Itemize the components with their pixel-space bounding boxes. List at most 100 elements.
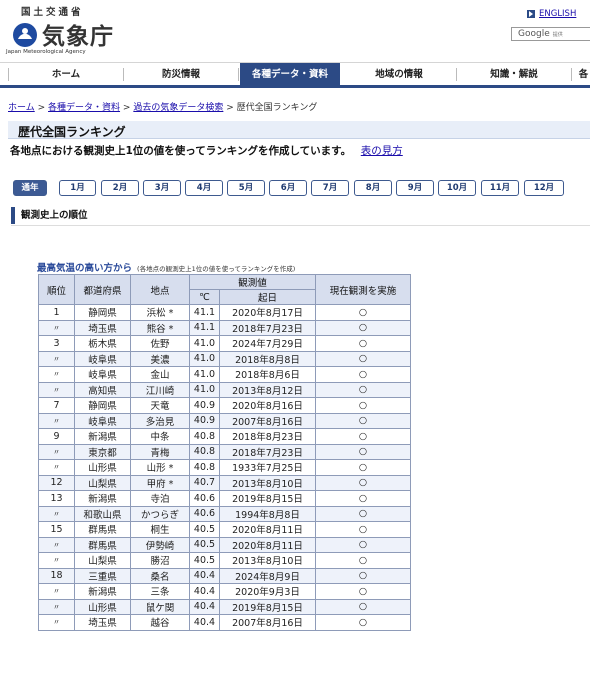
tab-july[interactable]: 7月 xyxy=(311,180,349,196)
logo-subtitle: Japan Meteorological Agency xyxy=(6,49,86,55)
rank-cell: 〃 xyxy=(38,505,75,522)
current-observation-cell: ○ xyxy=(315,474,411,491)
current-observation-cell: ○ xyxy=(315,552,411,569)
date-cell: 2018年8月6日 xyxy=(219,366,316,383)
tab-october[interactable]: 10月 xyxy=(438,180,476,196)
tab-march[interactable]: 3月 xyxy=(143,180,181,196)
tab-september[interactable]: 9月 xyxy=(396,180,434,196)
section-divider xyxy=(11,225,590,226)
nav-item-disaster[interactable]: 防災情報 xyxy=(124,63,238,86)
site-cell: 金山 xyxy=(130,366,190,383)
prefecture-cell: 新潟県 xyxy=(74,428,131,445)
site-cell: 中条 xyxy=(130,428,190,445)
prefecture-cell: 岐阜県 xyxy=(74,412,131,429)
prefecture-cell: 山形県 xyxy=(74,459,131,476)
date-cell: 2020年8月16日 xyxy=(219,397,316,414)
temperature-cell: 40.4 xyxy=(189,614,220,631)
site-cell: 鼠ケ関 xyxy=(130,598,190,615)
nav-divider xyxy=(238,68,239,81)
temperature-cell: 41.0 xyxy=(189,335,220,352)
date-cell: 2024年7月29日 xyxy=(219,335,316,352)
tab-june[interactable]: 6月 xyxy=(269,180,307,196)
help-link[interactable]: 表の見方 xyxy=(361,145,403,157)
tab-december[interactable]: 12月 xyxy=(524,180,564,196)
temperature-cell: 41.0 xyxy=(189,381,220,398)
breadcrumb-data[interactable]: 各種データ・資料 xyxy=(48,103,120,113)
site-cell: 美濃 xyxy=(130,350,190,367)
date-cell: 2024年8月9日 xyxy=(219,567,316,584)
prefecture-cell: 山形県 xyxy=(74,598,131,615)
date-cell: 2019年8月15日 xyxy=(219,598,316,615)
header-unit: ℃ xyxy=(189,289,220,305)
breadcrumb-separator: > xyxy=(122,103,131,113)
date-cell: 2018年8月8日 xyxy=(219,350,316,367)
tab-november[interactable]: 11月 xyxy=(481,180,519,196)
prefecture-cell: 群馬県 xyxy=(74,536,131,553)
rank-cell: 〃 xyxy=(38,552,75,569)
tab-august[interactable]: 8月 xyxy=(354,180,392,196)
table-row: 9 新潟県 中条 40.8 2018年8月23日 ○ xyxy=(38,428,411,445)
nav-divider xyxy=(571,68,572,81)
rank-cell: 〃 xyxy=(38,598,75,615)
table-row: 12 山梨県 甲府 * 40.7 2013年8月10日 ○ xyxy=(38,474,411,491)
site-cell: 勝沼 xyxy=(130,552,190,569)
site-cell: 甲府 * xyxy=(130,474,190,491)
caption-sub: (各地点の観測史上1位の値を使ってランキングを作成) xyxy=(137,265,296,273)
table-row: 〃群馬県 伊勢崎 40.5 2020年8月11日 ○ xyxy=(38,536,411,553)
rank-cell: 12 xyxy=(38,474,75,491)
rank-cell: 15 xyxy=(38,521,75,538)
table-caption: 最高気温の高い方から (各地点の観測史上1位の値を使ってランキングを作成) xyxy=(37,260,295,274)
temperature-cell: 40.7 xyxy=(189,474,220,491)
header-current-observation: 現在観測を実施 xyxy=(315,274,411,305)
breadcrumb-search[interactable]: 過去の気象データ検索 xyxy=(133,103,223,113)
english-link-group[interactable]: ENGLISH xyxy=(527,9,576,19)
nav-item-more[interactable]: 各 xyxy=(577,63,590,86)
tab-february[interactable]: 2月 xyxy=(101,180,139,196)
prefecture-cell: 栃木県 xyxy=(74,335,131,352)
temperature-cell: 41.1 xyxy=(189,319,220,336)
jma-logo-icon[interactable] xyxy=(12,22,38,48)
site-cell: 佐野 xyxy=(130,335,190,352)
date-cell: 2019年8月15日 xyxy=(219,490,316,507)
temperature-cell: 40.6 xyxy=(189,505,220,522)
rank-cell: 〃 xyxy=(38,350,75,367)
current-observation-cell: ○ xyxy=(315,319,411,336)
tab-january[interactable]: 1月 xyxy=(59,180,96,196)
date-cell: 2018年7月23日 xyxy=(219,443,316,460)
current-observation-cell: ○ xyxy=(315,304,411,321)
current-observation-cell: ○ xyxy=(315,583,411,600)
site-cell: 山形 * xyxy=(130,459,190,476)
rank-cell: 〃 xyxy=(38,583,75,600)
table-row: 〃山形県 鼠ケ関 40.4 2019年8月15日 ○ xyxy=(38,598,411,615)
current-observation-cell: ○ xyxy=(315,567,411,584)
date-cell: 2013年8月10日 xyxy=(219,552,316,569)
tab-april[interactable]: 4月 xyxy=(185,180,223,196)
date-cell: 2007年8月16日 xyxy=(219,412,316,429)
table-row: 7 静岡県 天竜 40.9 2020年8月16日 ○ xyxy=(38,397,411,414)
date-cell: 2018年8月23日 xyxy=(219,428,316,445)
nav-item-home[interactable]: ホーム xyxy=(9,63,123,86)
site-cell: 桑名 xyxy=(130,567,190,584)
temperature-cell: 40.8 xyxy=(189,443,220,460)
site-cell: 熊谷 * xyxy=(130,319,190,336)
nav-item-data[interactable]: 各種データ・資料 xyxy=(240,63,340,86)
rank-cell: 1 xyxy=(38,304,75,321)
rank-cell: 〃 xyxy=(38,459,75,476)
table-row: 〃山梨県 勝沼 40.5 2013年8月10日 ○ xyxy=(38,552,411,569)
tab-all-year[interactable]: 通年 xyxy=(13,180,47,196)
breadcrumb-home[interactable]: ホーム xyxy=(8,103,35,113)
english-link[interactable]: ENGLISH xyxy=(539,9,576,19)
current-observation-cell: ○ xyxy=(315,521,411,538)
tab-may[interactable]: 5月 xyxy=(227,180,265,196)
date-cell: 1933年7月25日 xyxy=(219,459,316,476)
date-cell: 2007年8月16日 xyxy=(219,614,316,631)
nav-item-region[interactable]: 地域の情報 xyxy=(342,63,456,86)
temperature-cell: 41.0 xyxy=(189,350,220,367)
site-header: 国土交通省 気象庁 Japan Meteorological Agency EN… xyxy=(0,0,590,62)
nav-item-knowledge[interactable]: 知識・解説 xyxy=(457,63,571,86)
prefecture-cell: 静岡県 xyxy=(74,304,131,321)
prefecture-cell: 和歌山県 xyxy=(74,505,131,522)
logo-text[interactable]: 気象庁 xyxy=(42,17,114,51)
rank-cell: 7 xyxy=(38,397,75,414)
search-input[interactable]: Google 提供 xyxy=(511,27,590,41)
